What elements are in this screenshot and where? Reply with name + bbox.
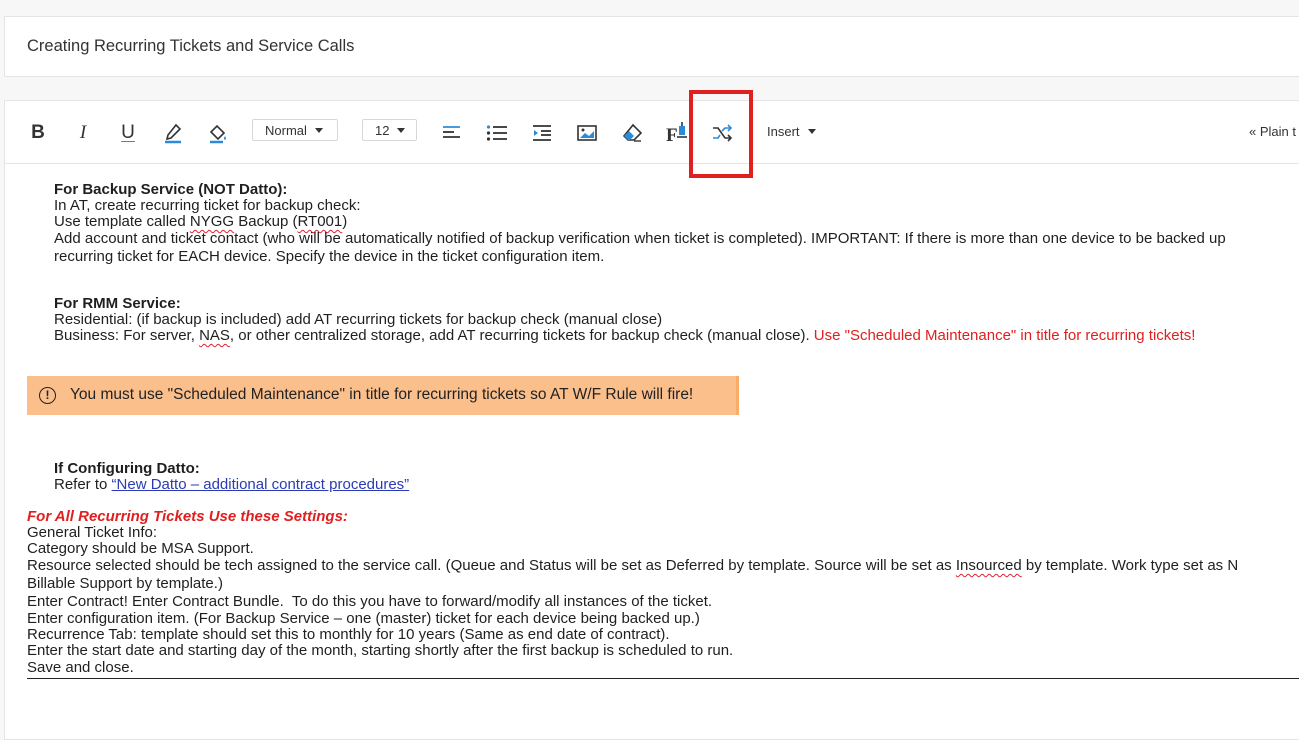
svg-text:F: F (666, 125, 678, 144)
paragraph-style-value: Normal (265, 122, 307, 138)
underline-button[interactable]: U (115, 120, 141, 146)
bullet-list-icon (486, 125, 507, 141)
font-size-value: 12 (375, 122, 390, 138)
indent-button[interactable] (529, 120, 555, 146)
font-format-button[interactable]: F (664, 120, 690, 146)
insert-label: Insert (767, 124, 800, 139)
fill-color-button[interactable] (205, 120, 231, 146)
backup-line-2-paren: ) (342, 213, 348, 230)
rmm-line-2: Business: For server, NAS, or other cent… (54, 327, 1196, 345)
bold-icon: B (31, 122, 45, 143)
settings-line-3-text2: by template. Work type set as N (1021, 557, 1239, 574)
page-title: Creating Recurring Tickets and Service C… (27, 37, 355, 55)
bullet-list-button[interactable] (484, 120, 510, 146)
font-format-icon: F (666, 122, 687, 144)
rich-text-editor[interactable]: B I U Normal 12 F Insert « Plain t For B… (4, 90, 1299, 740)
align-left-icon (443, 126, 460, 138)
text-color-icon (165, 123, 182, 144)
rmm-line-2-warning: Use "Scheduled Maintenance" in title for… (813, 327, 1196, 344)
backup-line-2-rt001: RT001 (297, 213, 343, 230)
font-size-dropdown[interactable]: 12 (362, 119, 417, 141)
warning-callout: ! You must use "Scheduled Maintenance" i… (27, 376, 739, 415)
paragraph-style-dropdown[interactable]: Normal (252, 119, 338, 141)
image-icon (577, 125, 597, 141)
backup-line-3: Add account and ticket contact (who will… (54, 230, 1226, 247)
chevron-down-icon (314, 127, 323, 133)
underline-icon: U (121, 122, 135, 143)
settings-line-3: Resource selected should be tech assigne… (27, 557, 1239, 575)
indent-icon (533, 125, 551, 141)
datto-refer-line: Refer to “New Datto – additional contrac… (54, 476, 410, 494)
settings-line-9: Save and close. (27, 659, 134, 676)
title-field[interactable]: Creating Recurring Tickets and Service C… (4, 16, 1299, 77)
backup-line-2-text2: Backup ( (234, 213, 298, 230)
align-left-button[interactable] (439, 120, 465, 146)
settings-line-8: Enter the start date and starting day of… (27, 642, 734, 659)
insert-dropdown[interactable]: Insert (767, 124, 816, 139)
warning-callout-text: You must use "Scheduled Maintenance" in … (70, 386, 694, 404)
shuffle-button[interactable] (709, 120, 735, 146)
backup-line-4: recurring ticket for EACH device. Specif… (54, 248, 605, 265)
backup-line-2-nygg: NYGG (189, 213, 235, 230)
rmm-line-2-text: Business: For server, (54, 327, 200, 344)
clear-format-button[interactable] (619, 120, 645, 146)
settings-line-3-text: Resource selected should be tech assigne… (27, 557, 956, 574)
backup-line-2-text: Use template called (54, 213, 190, 230)
plain-text-toggle[interactable]: « Plain t (1249, 124, 1296, 139)
datto-procedures-link[interactable]: “New Datto – additional contract procedu… (112, 476, 410, 493)
settings-line-3-insourced: Insourced (955, 557, 1022, 574)
backup-line-2: Use template called NYGG Backup (RT001) (54, 213, 348, 231)
editor-toolbar: B I U Normal 12 F Insert « Plain t (5, 90, 1299, 178)
chevron-down-icon (397, 127, 406, 133)
datto-refer-text: Refer to (54, 476, 112, 493)
eraser-icon (622, 123, 643, 142)
bold-button[interactable]: B (25, 120, 51, 146)
chevron-down-icon (807, 129, 816, 134)
text-color-button[interactable] (160, 120, 186, 146)
italic-icon: I (79, 122, 87, 143)
shuffle-icon (713, 124, 733, 142)
settings-line-5: Enter Contract! Enter Contract Bundle. T… (27, 593, 713, 610)
horizontal-rule (27, 678, 1299, 679)
settings-line-4: Billable Support by template.) (27, 575, 223, 592)
italic-button[interactable]: I (70, 120, 96, 146)
insert-image-button[interactable] (574, 120, 600, 146)
rmm-line-2-nas: NAS (199, 327, 230, 344)
rmm-line-2-text2: , or other centralized storage, add AT r… (229, 327, 814, 344)
settings-line-2: Category should be MSA Support. (27, 540, 254, 557)
fill-color-icon (209, 124, 226, 144)
alert-icon: ! (39, 387, 56, 404)
